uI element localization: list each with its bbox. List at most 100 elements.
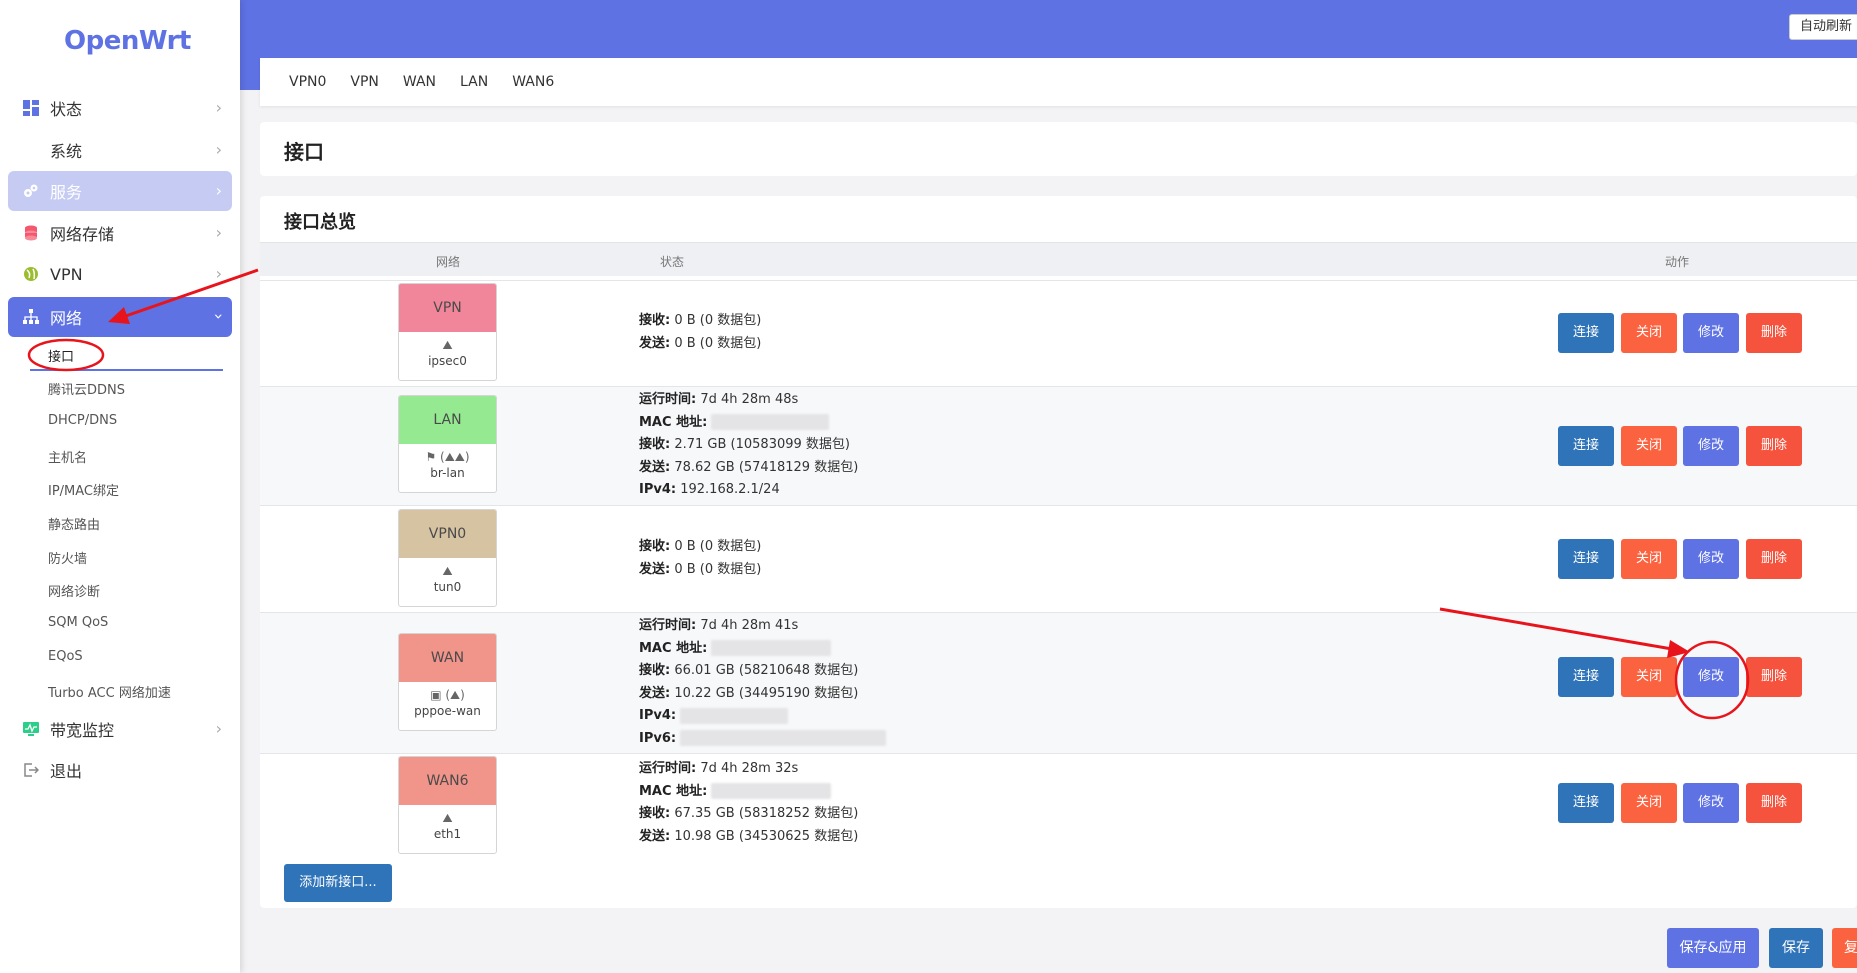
menu-item-label: 网络 <box>50 309 83 328</box>
tab-vpn[interactable]: VPN <box>350 74 379 90</box>
device-name: eth1 <box>433 827 462 841</box>
edit-button[interactable]: 修改 <box>1683 783 1739 823</box>
menu-item-label: 系统 <box>50 142 83 161</box>
delete-button[interactable]: 删除 <box>1746 313 1802 353</box>
submenu-item-ip-mac-binding[interactable]: IP/MAC绑定 <box>48 480 119 499</box>
blank-icon <box>20 139 42 161</box>
interface-status: 运行时间: 7d 4h 28m 32s MAC 地址: 接收: 67.35 GB… <box>639 761 859 844</box>
edit-button[interactable]: 修改 <box>1683 539 1739 579</box>
delete-button[interactable]: 删除 <box>1746 426 1802 466</box>
interface-badge[interactable]: LAN ⚑ (⛰⛰) br-lan <box>398 395 497 493</box>
submenu-item-sqm-qos[interactable]: SQM QoS <box>48 615 108 630</box>
column-header-actions: 动作 <box>1665 255 1690 269</box>
submenu-item-eqos[interactable]: EQoS <box>48 649 83 664</box>
delete-button[interactable]: 删除 <box>1746 539 1802 579</box>
redacted-ipv4 <box>680 707 789 724</box>
menu-item-network[interactable]: 网络 › <box>8 297 232 337</box>
monitor-icon <box>20 718 42 740</box>
chevron-right-icon: › <box>215 140 222 159</box>
connect-button[interactable]: 连接 <box>1558 313 1614 353</box>
close-button[interactable]: 关闭 <box>1621 657 1677 697</box>
table-row-wan: WAN ▣ (⛰) pppoe-wan 运行时间: 7d 4h 28m 41s … <box>260 612 1857 753</box>
connect-button[interactable]: 连接 <box>1558 426 1614 466</box>
submenu-item-turbo-acc[interactable]: Turbo ACC 网络加速 <box>48 682 171 701</box>
tab-wan6[interactable]: WAN6 <box>512 74 554 90</box>
menu-item-vpn[interactable]: VPN › <box>8 254 232 294</box>
interface-badge[interactable]: VPN ⛰ ipsec0 <box>398 283 497 381</box>
interface-name: LAN <box>399 396 496 444</box>
table-row-vpn0: VPN0 ⛰ tun0 接收: 0 B (0 数据包) 发送: 0 B (0 数… <box>260 505 1857 612</box>
tab-lan[interactable]: LAN <box>460 74 488 90</box>
submenu-item-interfaces[interactable]: 接口 <box>48 346 74 365</box>
menu-item-label: VPN <box>50 264 83 284</box>
interface-status: 运行时间: 7d 4h 28m 48s MAC 地址: 接收: 2.71 GB … <box>639 392 859 497</box>
device-name: br-lan <box>430 466 465 480</box>
table-row-lan: LAN ⚑ (⛰⛰) br-lan 运行时间: 7d 4h 28m 48s MA… <box>260 386 1857 505</box>
edit-button[interactable]: 修改 <box>1683 657 1739 697</box>
reset-button[interactable]: 复位 <box>1832 928 1857 968</box>
interface-name: VPN <box>399 284 496 332</box>
submenu-item-hostnames[interactable]: 主机名 <box>48 447 87 466</box>
submenu-item-diagnostics[interactable]: 网络诊断 <box>48 581 100 600</box>
edit-button[interactable]: 修改 <box>1683 313 1739 353</box>
table-row-wan6: WAN6 ⛰ eth1 运行时间: 7d 4h 28m 32s MAC 地址: … <box>260 753 1857 855</box>
table-header: 网络 状态 动作 <box>260 242 1857 276</box>
interface-name: VPN0 <box>399 510 496 558</box>
device-icon: ⛰ <box>442 338 453 352</box>
submenu-item-ddns[interactable]: 腾讯云DDNS <box>48 379 125 398</box>
tab-vpn0[interactable]: VPN0 <box>289 74 326 90</box>
globe-icon <box>20 263 42 285</box>
interface-name: WAN6 <box>399 757 496 805</box>
connect-button[interactable]: 连接 <box>1558 539 1614 579</box>
close-button[interactable]: 关闭 <box>1621 783 1677 823</box>
redacted-ipv6 <box>680 730 887 746</box>
openwrt-logo[interactable]: OpenWrt <box>64 26 191 56</box>
connect-button[interactable]: 连接 <box>1558 657 1614 697</box>
add-interface-button[interactable]: 添加新接口... <box>284 864 392 902</box>
delete-button[interactable]: 删除 <box>1746 783 1802 823</box>
interface-status: 接收: 0 B (0 数据包) 发送: 0 B (0 数据包) <box>639 313 762 351</box>
page-title: 接口 <box>284 140 324 164</box>
tab-wan[interactable]: WAN <box>403 74 436 90</box>
redacted-mac <box>711 414 830 430</box>
redacted-mac <box>711 640 832 656</box>
menu-item-status[interactable]: 状态 › <box>8 88 232 128</box>
edit-button[interactable]: 修改 <box>1683 426 1739 466</box>
menu-item-label: 网络存储 <box>50 225 115 244</box>
menu-item-system[interactable]: 系统 › <box>8 130 232 170</box>
menu-item-logout[interactable]: 退出 <box>8 750 232 790</box>
close-button[interactable]: 关闭 <box>1621 539 1677 579</box>
menu-item-services[interactable]: 服务 › <box>8 171 232 211</box>
dashboard-icon <box>20 97 42 119</box>
menu-item-label: 退出 <box>50 762 83 781</box>
chevron-right-icon: › <box>215 181 222 200</box>
interface-status: 接收: 0 B (0 数据包) 发送: 0 B (0 数据包) <box>639 539 762 577</box>
sidebar: OpenWrt 状态 › 系统 › 服务 › 网络存储 › VPN › 网络 ›… <box>0 0 240 973</box>
redacted-mac <box>711 783 832 799</box>
database-icon <box>20 222 42 244</box>
device-name: pppoe-wan <box>414 704 481 718</box>
interface-badge[interactable]: WAN6 ⛰ eth1 <box>398 756 497 854</box>
connect-button[interactable]: 连接 <box>1558 783 1614 823</box>
submenu-item-dhcp-dns[interactable]: DHCP/DNS <box>48 413 117 428</box>
submenu-item-static-routes[interactable]: 静态路由 <box>48 514 100 533</box>
save-apply-button[interactable]: 保存&应用 <box>1667 928 1759 968</box>
page-title-card: 接口 <box>260 122 1857 176</box>
chevron-right-icon: › <box>215 264 222 283</box>
close-button[interactable]: 关闭 <box>1621 313 1677 353</box>
menu-item-label: 带宽监控 <box>50 721 115 740</box>
menu-item-bandwidth[interactable]: 带宽监控 › <box>8 709 232 749</box>
interface-name: WAN <box>399 634 496 682</box>
delete-button[interactable]: 删除 <box>1746 657 1802 697</box>
interface-badge[interactable]: VPN0 ⛰ tun0 <box>398 509 497 607</box>
auto-refresh-button[interactable]: 自动刷新 <box>1788 14 1857 40</box>
save-button[interactable]: 保存 <box>1769 928 1823 968</box>
interface-badge[interactable]: WAN ▣ (⛰) pppoe-wan <box>398 633 497 731</box>
submenu-item-firewall[interactable]: 防火墙 <box>48 548 87 567</box>
interfaces-overview-card: 接口总览 网络 状态 动作 VPN ⛰ ipsec0 接收: 0 B (0 数据… <box>260 196 1857 908</box>
menu-item-nas[interactable]: 网络存储 › <box>8 213 232 253</box>
close-button[interactable]: 关闭 <box>1621 426 1677 466</box>
logout-icon <box>20 759 42 781</box>
device-icon: ⚑ (⛰⛰) <box>425 450 470 464</box>
menu-item-label: 服务 <box>50 183 83 202</box>
